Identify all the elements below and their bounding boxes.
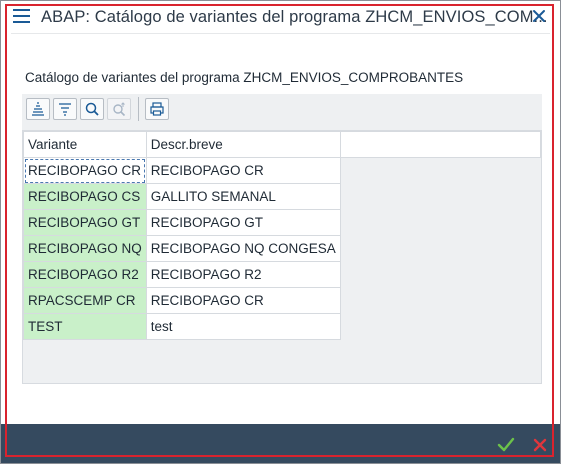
variant-grid-area: Variante Descr.breve RECIBOPAGO CR RECIB… <box>22 130 542 384</box>
table-row[interactable]: RECIBOPAGO NQ RECIBOPAGO NQ CONGESA <box>23 235 541 262</box>
description-cell[interactable]: RECIBOPAGO R2 <box>145 261 341 288</box>
variant-cell[interactable]: RECIBOPAGO NQ <box>23 235 147 262</box>
find-button[interactable] <box>80 98 104 120</box>
description-cell[interactable]: test <box>145 313 341 340</box>
description-cell[interactable]: GALLITO SEMANAL <box>145 183 341 210</box>
dialog-title: ABAP: Catálogo de variantes del programa… <box>41 8 548 26</box>
description-cell[interactable]: RECIBOPAGO CR <box>145 287 341 314</box>
sort-ascending-button[interactable] <box>26 98 50 120</box>
table-row[interactable]: RECIBOPAGO R2 RECIBOPAGO R2 <box>23 261 541 288</box>
search-next-icon <box>113 102 126 117</box>
variant-cell[interactable]: RECIBOPAGO GT <box>23 209 147 236</box>
column-header-descr[interactable]: Descr.breve <box>145 131 341 158</box>
catalog-subtitle: Catálogo de variantes del programa ZHCM_… <box>25 70 464 85</box>
close-icon[interactable] <box>530 7 548 25</box>
print-button[interactable] <box>145 98 169 120</box>
table-header-row: Variante Descr.breve <box>23 131 542 158</box>
table-row[interactable]: RECIBOPAGO CS GALLITO SEMANAL <box>23 183 541 210</box>
toolbar-separator <box>138 97 139 121</box>
menu-icon[interactable] <box>13 9 33 25</box>
column-header-empty <box>339 131 542 158</box>
find-next-button[interactable] <box>107 98 131 120</box>
description-cell[interactable]: RECIBOPAGO NQ CONGESA <box>145 235 341 262</box>
variant-cell[interactable]: RECIBOPAGO R2 <box>23 261 147 288</box>
checkmark-icon <box>497 437 515 452</box>
variant-cell[interactable]: RECIBOPAGO CS <box>23 183 147 210</box>
cancel-button[interactable] <box>531 436 549 454</box>
table-row[interactable]: TEST test <box>23 313 541 340</box>
variant-cell[interactable]: RPACSCEMP CR <box>23 287 147 314</box>
variant-catalog-dialog: ABAP: Catálogo de variantes del programa… <box>0 0 561 464</box>
table-row[interactable]: RECIBOPAGO GT RECIBOPAGO GT <box>23 209 541 236</box>
search-icon <box>85 102 99 116</box>
close-icon <box>533 438 547 452</box>
title-divider <box>11 33 550 34</box>
confirm-button[interactable] <box>496 436 516 454</box>
table-row[interactable]: RECIBOPAGO CR RECIBOPAGO CR <box>23 157 541 184</box>
title-bar: ABAP: Catálogo de variantes del programa… <box>1 1 560 33</box>
description-cell[interactable]: RECIBOPAGO GT <box>145 209 341 236</box>
table-row[interactable]: RPACSCEMP CR RECIBOPAGO CR <box>23 287 541 314</box>
sort-ascending-icon <box>32 102 44 116</box>
column-header-variante[interactable]: Variante <box>23 131 147 158</box>
grid-toolbar <box>22 94 542 130</box>
variant-table: Variante Descr.breve RECIBOPAGO CR RECIB… <box>23 131 542 340</box>
variant-cell[interactable]: TEST <box>23 313 147 340</box>
variant-cell[interactable]: RECIBOPAGO CR <box>23 157 147 184</box>
description-cell[interactable]: RECIBOPAGO CR <box>145 157 341 184</box>
filter-button[interactable] <box>53 98 77 120</box>
printer-icon <box>150 102 164 116</box>
filter-icon <box>59 103 71 116</box>
dialog-footer <box>1 424 560 463</box>
